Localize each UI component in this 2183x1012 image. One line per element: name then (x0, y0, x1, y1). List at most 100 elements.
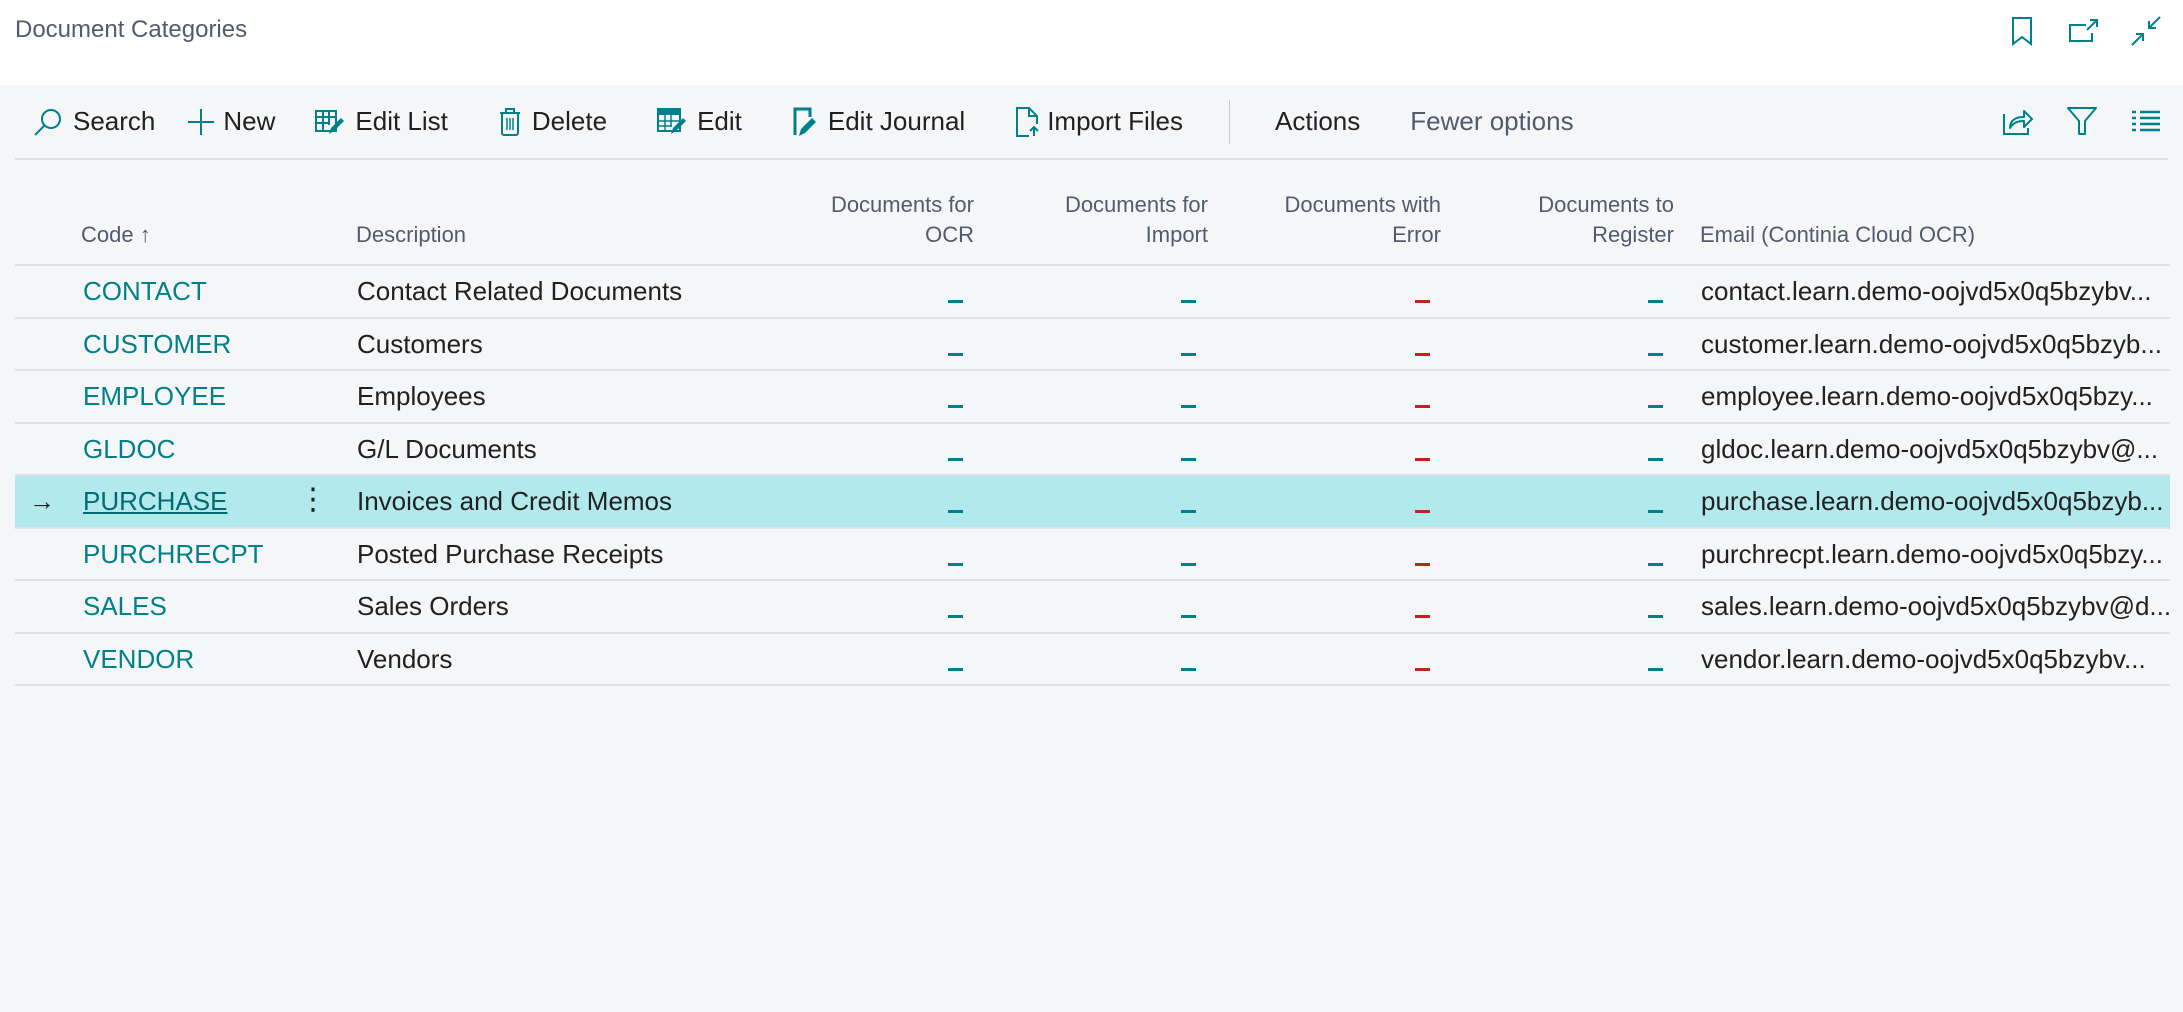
search-label: Search (73, 106, 156, 136)
code-link[interactable]: SALES (83, 591, 167, 622)
code-link[interactable]: CONTACT (83, 276, 207, 307)
documents-ocr-count-link[interactable] (948, 352, 963, 356)
documents-import-count-link[interactable] (1181, 615, 1196, 618)
delete-label: Delete (531, 106, 608, 136)
documents-ocr-count-link[interactable] (948, 667, 963, 671)
documents-register-count-link[interactable] (1648, 667, 1663, 671)
import-file-icon (1016, 106, 1039, 137)
table-row[interactable]: SALES Sales Orders sales.learn.demo-oojvd5… (15, 581, 2172, 634)
toolbar-separator (1229, 99, 1230, 144)
column-header-description[interactable]: Description (356, 220, 466, 250)
share-icon[interactable] (2001, 103, 2035, 139)
table-row[interactable]: CONTACT Contact Related Documents contact.… (15, 266, 2170, 319)
email-cell: purchase.learn.demo-oojvd5x0q5bzyb... (1701, 486, 2164, 516)
filter-icon[interactable] (2065, 103, 2099, 139)
edit-button[interactable]: Edit (657, 106, 742, 137)
current-row-arrow-icon: → (29, 486, 55, 516)
documents-register-count-link[interactable] (1648, 405, 1663, 408)
email-cell: employee.learn.demo-oojvd5x0q5bzy... (1701, 381, 2153, 411)
documents-import-count-link[interactable] (1181, 510, 1196, 513)
documents-import-count-link[interactable] (1181, 352, 1196, 356)
documents-error-count-link[interactable] (1415, 457, 1430, 461)
documents-import-count-link[interactable] (1181, 405, 1196, 408)
documents-import-count-link[interactable] (1181, 562, 1196, 566)
open-in-new-window-icon[interactable] (2067, 14, 2101, 48)
code-link[interactable]: EMPLOYEE (83, 381, 226, 412)
code-link[interactable]: VENDOR (83, 644, 194, 675)
collapse-icon[interactable] (2129, 14, 2163, 48)
table-row[interactable]: → ⋮ PURCHASE Invoices and Credit Memos purch… (15, 476, 2170, 529)
description-cell: Contact Related Documents (357, 276, 683, 306)
table-row[interactable]: VENDOR Vendors vendor.learn.demo-oojvd5x0q… (15, 634, 2170, 686)
action-bar: Search New Edit List Delete Edit Edit Jo… (15, 85, 2168, 160)
documents-ocr-count-link[interactable] (948, 405, 963, 408)
documents-error-count-link[interactable] (1415, 615, 1430, 618)
documents-ocr-count-link[interactable] (948, 615, 963, 618)
code-link[interactable]: CUSTOMER (83, 329, 231, 360)
description-cell: Employees (357, 381, 486, 411)
description-cell: Posted Purchase Receipts (357, 538, 664, 569)
column-header-documents-to-register[interactable]: Documents to Register (1538, 190, 1674, 250)
documents-error-count-link[interactable] (1415, 562, 1430, 566)
page-title: Document Categories (15, 16, 248, 43)
edit-journal-icon (793, 107, 816, 136)
import-files-button[interactable]: Import Files (1015, 106, 1183, 138)
table-row[interactable]: GLDOC G/L Documents gldoc.learn.demo-oojvd… (15, 424, 2170, 476)
email-cell: gldoc.learn.demo-oojvd5x0q5bzybv@... (1701, 433, 2159, 464)
documents-error-count-link[interactable] (1415, 300, 1430, 303)
column-header-documents-for-import[interactable]: Documents for Import (1065, 190, 1208, 250)
column-header-documents-with-error[interactable]: Documents with Error (1284, 190, 1441, 250)
table-row[interactable]: EMPLOYEE Employees employee.learn.demo-ooj… (15, 371, 2170, 424)
bookmark-icon[interactable] (2005, 14, 2039, 48)
fewer-options-button[interactable]: Fewer options (1410, 106, 1573, 137)
edit-table-icon (657, 107, 687, 134)
plus-icon (188, 108, 215, 135)
table-row[interactable]: CUSTOMER Customers customer.learn.demo-ooj… (15, 319, 2170, 371)
table-row[interactable]: PURCHRECPT Posted Purchase Receipts purchr… (15, 529, 2170, 581)
documents-error-count-link[interactable] (1415, 405, 1430, 408)
documents-register-count-link[interactable] (1648, 562, 1663, 566)
email-cell: sales.learn.demo-oojvd5x0q5bzybv@d... (1701, 591, 2172, 621)
documents-ocr-count-link[interactable] (948, 510, 963, 513)
list-view-icon[interactable] (2129, 103, 2163, 139)
email-cell: customer.learn.demo-oojvd5x0q5bzyb... (1701, 328, 2163, 359)
documents-register-count-link[interactable] (1648, 300, 1663, 303)
documents-register-count-link[interactable] (1648, 457, 1663, 461)
title-bar: Document Categories (0, 0, 2183, 85)
description-cell: G/L Documents (357, 433, 537, 464)
documents-ocr-count-link[interactable] (948, 562, 963, 566)
description-cell: Vendors (357, 643, 453, 674)
search-icon (34, 108, 61, 136)
column-header-email[interactable]: Email (Continia Cloud OCR) (1700, 220, 1975, 250)
documents-error-count-link[interactable] (1415, 667, 1430, 671)
documents-register-count-link[interactable] (1648, 615, 1663, 618)
import-files-label: Import Files (1047, 106, 1183, 136)
row-menu-icon[interactable]: ⋮ (298, 482, 328, 517)
description-cell: Customers (357, 328, 483, 359)
documents-ocr-count-link[interactable] (948, 300, 963, 303)
documents-error-count-link[interactable] (1415, 510, 1430, 513)
documents-import-count-link[interactable] (1181, 300, 1196, 303)
documents-register-count-link[interactable] (1648, 352, 1663, 356)
documents-import-count-link[interactable] (1181, 457, 1196, 461)
delete-button[interactable]: Delete (498, 106, 607, 137)
column-header-documents-for-ocr[interactable]: Documents for OCR (831, 190, 974, 250)
documents-error-count-link[interactable] (1415, 352, 1430, 356)
edit-label: Edit (697, 106, 742, 136)
new-button[interactable]: New (187, 106, 275, 137)
documents-register-count-link[interactable] (1648, 510, 1663, 513)
edit-journal-button[interactable]: Edit Journal (792, 106, 965, 137)
documents-import-count-link[interactable] (1181, 667, 1196, 671)
actions-menu[interactable]: Actions (1275, 106, 1360, 137)
email-cell: purchrecpt.learn.demo-oojvd5x0q5bzy... (1701, 538, 2163, 569)
trash-icon (499, 107, 520, 136)
column-header-code[interactable]: Code ↑ (81, 220, 151, 250)
table-header: Code ↑ Description Documents for OCR Doc… (15, 160, 2170, 266)
edit-list-label: Edit List (355, 106, 448, 136)
search-button[interactable]: Search (33, 106, 155, 137)
documents-ocr-count-link[interactable] (948, 457, 963, 461)
code-link[interactable]: PURCHRECPT (83, 539, 264, 570)
code-link[interactable]: GLDOC (83, 434, 175, 465)
edit-list-button[interactable]: Edit List (315, 106, 448, 137)
code-link[interactable]: PURCHASE (83, 486, 227, 517)
